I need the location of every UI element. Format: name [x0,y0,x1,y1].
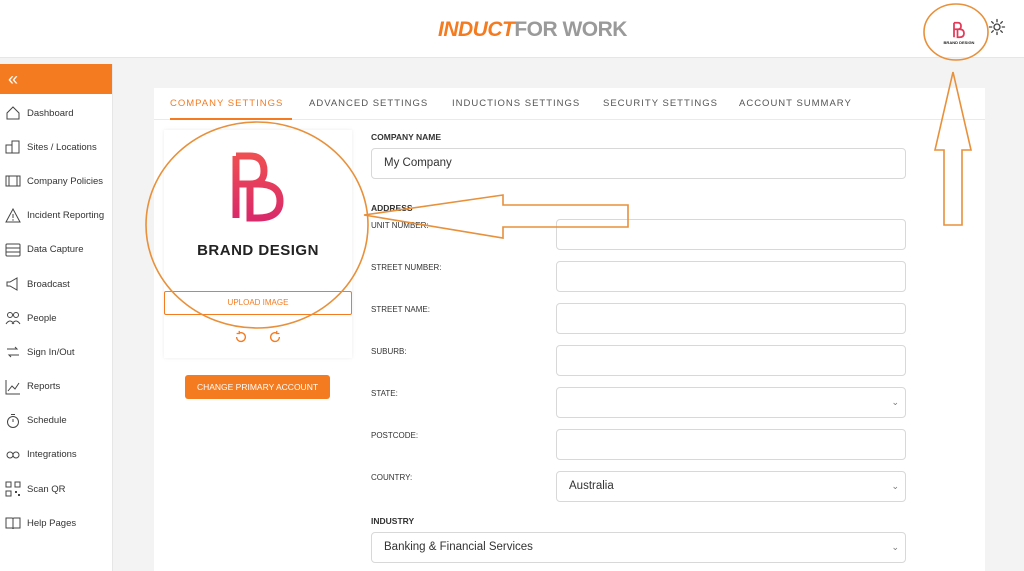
country-select[interactable]: Australia ⌄ [556,471,906,502]
gear-icon[interactable] [988,18,1006,36]
suburb-label: SUBURB: [371,347,407,356]
sidebar-item-label: Help Pages [27,517,77,529]
sidebar-item-scan-qr[interactable]: Scan QR [0,472,112,506]
brand-logo-icon [232,152,284,222]
people-icon [5,312,21,325]
sidebar: « Dashboard Sites / Locations Company Po… [0,64,113,571]
sidebar-item-people[interactable]: People [0,301,112,335]
sidebar-item-label: Integrations [27,449,77,461]
logo-part-for-work: FOR WORK [514,18,627,41]
sidebar-item-label: Incident Reporting [27,210,105,222]
country-label: COUNTRY: [371,473,413,482]
street-number-input[interactable] [556,261,906,292]
postcode-label: POSTCODE: [371,431,419,440]
postcode-input[interactable] [556,429,906,460]
change-primary-account-button[interactable]: CHANGE PRIMARY ACCOUNT [185,375,330,399]
buildings-icon [5,140,20,154]
app-logo[interactable]: INDUCTFOR WORK [438,18,627,42]
country-value: Australia [569,480,614,492]
sidebar-item-company-policies[interactable]: Company Policies [0,164,112,198]
link-icon [6,451,20,459]
sign-in-out-icon [7,347,19,358]
warning-icon [5,207,21,223]
database-icon [5,243,21,257]
chart-icon [5,379,20,395]
sidebar-item-label: Scan QR [27,483,66,495]
tab-advanced-settings[interactable]: ADVANCED SETTINGS [309,88,428,120]
avatar-text: BRAND DESIGN [943,40,975,45]
state-select[interactable]: ⌄ [556,387,906,418]
rotate-right-icon[interactable] [268,330,282,344]
sidebar-item-label: Data Capture [27,244,84,256]
tab-security-settings[interactable]: SECURITY SETTINGS [603,88,718,120]
company-name-input[interactable]: My Company [371,148,906,179]
sidebar-item-help-pages[interactable]: Help Pages [0,506,112,540]
unit-number-input[interactable] [556,219,906,250]
film-icon [5,175,21,187]
company-logo-panel: BRAND DESIGN UPLOAD IMAGE [164,130,352,358]
megaphone-icon [6,277,18,291]
rotate-left-icon[interactable] [234,330,248,344]
sidebar-item-label: Reports [27,381,61,393]
chevron-down-icon: ⌄ [891,481,899,491]
sidebar-item-schedule[interactable]: Schedule [0,404,112,438]
sidebar-item-label: Company Policies [27,175,104,187]
tab-inductions-settings[interactable]: INDUCTIONS SETTINGS [452,88,580,120]
brand-logo-icon [953,21,965,39]
book-icon [5,517,21,530]
company-name-label: COMPANY NAME [371,132,442,142]
sidebar-item-dashboard[interactable]: Dashboard [0,96,112,130]
sidebar-item-integrations[interactable]: Integrations [0,438,112,472]
street-name-input[interactable] [556,303,906,334]
tab-company-settings[interactable]: COMPANY SETTINGS [170,88,292,120]
sidebar-item-label: Sites / Locations [27,141,97,153]
sidebar-item-reports[interactable]: Reports [0,370,112,404]
sidebar-item-label: Broadcast [27,278,70,290]
settings-tabs: COMPANY SETTINGS ADVANCED SETTINGS INDUC… [154,88,985,120]
sidebar-item-label: Sign In/Out [27,346,75,358]
street-number-label: STREET NUMBER: [371,263,442,272]
upload-image-button[interactable]: UPLOAD IMAGE [164,291,352,315]
street-name-label: STREET NAME: [371,305,430,314]
chevron-down-icon: ⌄ [891,542,899,552]
settings-card: COMPANY SETTINGS ADVANCED SETTINGS INDUC… [154,88,985,571]
industry-value: Banking & Financial Services [384,541,533,553]
brand-text: BRAND DESIGN [197,242,319,259]
industry-label: INDUSTRY [371,516,415,526]
company-avatar[interactable]: BRAND DESIGN [940,14,978,52]
sidebar-item-label: Dashboard [27,107,74,119]
suburb-input[interactable] [556,345,906,376]
sidebar-collapse-button[interactable]: « [0,64,112,94]
unit-number-label: UNIT NUMBER: [371,221,429,230]
top-bar: INDUCTFOR WORK BRAND DESIGN [0,0,1024,58]
tab-account-summary[interactable]: ACCOUNT SUMMARY [739,88,852,120]
sidebar-item-label: People [27,312,57,324]
stopwatch-icon [7,413,19,428]
industry-select[interactable]: Banking & Financial Services ⌄ [371,532,906,563]
qr-icon [5,481,21,497]
logo-part-induct: INDUCT [438,18,515,41]
sidebar-item-incident-reporting[interactable]: Incident Reporting [0,199,112,233]
sidebar-item-data-capture[interactable]: Data Capture [0,233,112,267]
sidebar-item-broadcast[interactable]: Broadcast [0,267,112,301]
sidebar-item-sign-in-out[interactable]: Sign In/Out [0,335,112,369]
home-icon [6,106,20,120]
address-label: ADDRESS [371,203,413,213]
sidebar-item-sites[interactable]: Sites / Locations [0,130,112,164]
sidebar-item-label: Schedule [27,415,67,427]
state-label: STATE: [371,389,398,398]
chevron-down-icon: ⌄ [891,397,899,407]
